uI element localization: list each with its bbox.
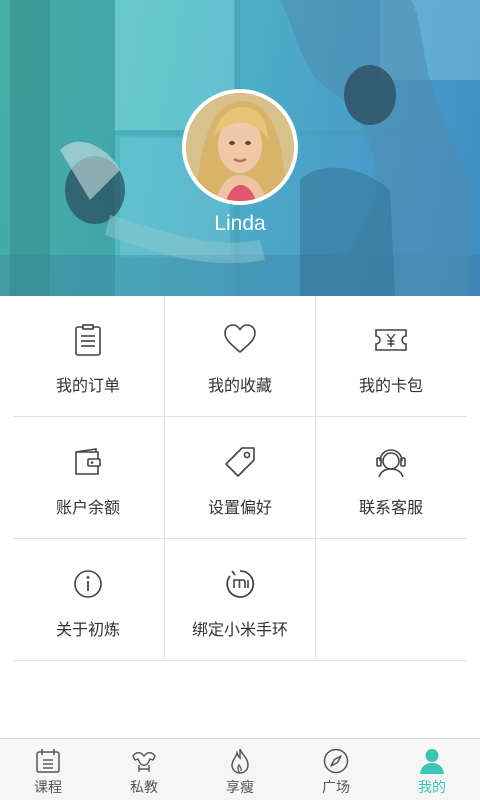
menu-item-label: 关于初炼 — [55, 620, 120, 639]
menu-item-label: 账户余额 — [55, 498, 120, 517]
menu-grid: 我的订单 我的收藏 我的卡包 账户余额 设置偏好 联系客服 关于初炼 绑定小米手… — [0, 296, 480, 661]
menu-item-label: 我的订单 — [55, 376, 120, 395]
grid-divider — [13, 660, 467, 661]
tab-label: 广场 — [322, 780, 350, 796]
mi-band-icon — [226, 570, 255, 598]
profile-header: Linda — [0, 0, 480, 296]
bottom-tab-bar: 课程 私教 享瘦 广场 我的 — [0, 738, 480, 800]
menu-item-my-favorites[interactable]: 我的收藏 — [165, 296, 315, 416]
tab-slim[interactable]: 享瘦 — [192, 739, 288, 800]
compass-icon — [323, 748, 349, 774]
menu-item-preferences[interactable]: 设置偏好 — [165, 418, 315, 538]
tag-icon — [225, 447, 255, 477]
menu-item-my-cards[interactable]: 我的卡包 — [316, 296, 466, 416]
menu-item-label: 我的收藏 — [207, 376, 272, 395]
tab-courses[interactable]: 课程 — [0, 739, 96, 800]
tab-label: 私教 — [130, 780, 158, 796]
grid-divider — [13, 538, 467, 539]
person-icon — [420, 749, 444, 774]
user-name: Linda — [214, 212, 266, 235]
avatar[interactable] — [182, 89, 298, 205]
flame-icon — [231, 748, 249, 774]
menu-item-account-balance[interactable]: 账户余额 — [13, 418, 163, 538]
menu-item-label: 设置偏好 — [207, 498, 272, 517]
calendar-icon — [36, 749, 60, 773]
ticket-yen-icon — [375, 329, 407, 351]
headset-icon — [376, 449, 406, 478]
menu-item-customer-service[interactable]: 联系客服 — [316, 418, 466, 538]
tab-square[interactable]: 广场 — [288, 739, 384, 800]
tab-personal-trainer[interactable]: 私教 — [96, 739, 192, 800]
menu-item-label: 联系客服 — [358, 498, 423, 517]
heart-icon — [224, 324, 256, 354]
menu-item-bind-mi-band[interactable]: 绑定小米手环 — [165, 540, 315, 660]
grid-divider — [13, 416, 467, 417]
order-list-icon — [75, 324, 101, 356]
menu-item-label: 绑定小米手环 — [191, 620, 288, 639]
menu-item-about[interactable]: 关于初炼 — [13, 540, 163, 660]
menu-item-label: 我的卡包 — [358, 376, 423, 395]
menu-item-my-orders[interactable]: 我的订单 — [13, 296, 163, 416]
wallet-icon — [75, 448, 101, 475]
info-icon — [74, 570, 102, 598]
muscle-icon — [132, 751, 156, 772]
tab-label: 我的 — [418, 780, 446, 796]
tab-mine[interactable]: 我的 — [384, 739, 480, 800]
tab-label: 课程 — [34, 780, 62, 796]
tab-label: 享瘦 — [226, 780, 254, 796]
avatar-photo — [186, 93, 294, 201]
